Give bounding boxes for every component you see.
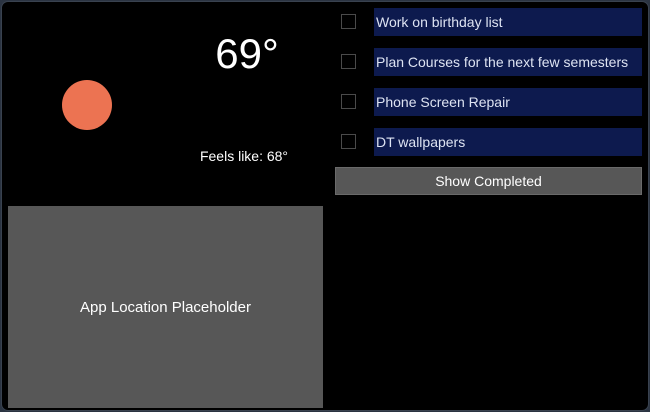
temperature-display: 69° — [215, 30, 279, 77]
task-label[interactable]: Plan Courses for the next few semesters — [374, 48, 642, 76]
task-label[interactable]: Work on birthday list — [374, 8, 642, 36]
task-item: Work on birthday list — [336, 7, 642, 47]
app-location-placeholder: App Location Placeholder — [8, 206, 323, 408]
task-item: Phone Screen Repair — [336, 87, 642, 127]
feels-like-text: Feels like: 68° — [199, 148, 289, 164]
task-checkbox[interactable] — [341, 134, 356, 149]
task-checkbox[interactable] — [341, 94, 356, 109]
task-item: Plan Courses for the next few semesters — [336, 47, 642, 87]
task-list: Work on birthday list Plan Courses for t… — [336, 7, 642, 167]
task-item: DT wallpapers — [336, 127, 642, 167]
app-location-placeholder-label: App Location Placeholder — [80, 298, 251, 316]
sun-icon — [62, 80, 112, 130]
task-label[interactable]: Phone Screen Repair — [374, 88, 642, 116]
task-checkbox[interactable] — [341, 14, 356, 29]
task-checkbox[interactable] — [341, 54, 356, 69]
show-completed-button[interactable]: Show Completed — [335, 167, 642, 195]
app-window: 69° Feels like: 68° App Location Placeho… — [1, 1, 649, 411]
task-label[interactable]: DT wallpapers — [374, 128, 642, 156]
